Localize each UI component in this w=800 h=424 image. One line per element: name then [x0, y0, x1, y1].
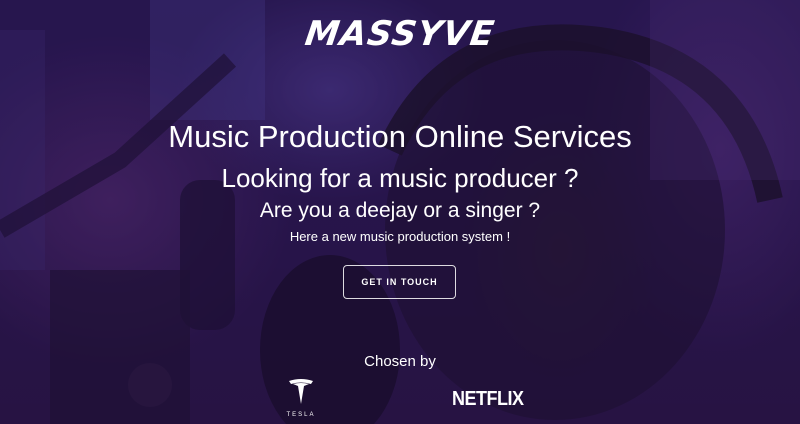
tesla-logo: TESLA: [283, 378, 319, 420]
brand-logo[interactable]: MASSYVE: [0, 14, 800, 54]
hero-tagline: Here a new music production system !: [289, 229, 511, 244]
hero-section: MASSYVE Music Production Online Services…: [0, 0, 800, 424]
hero-subtitle: Looking for a music producer ?: [221, 163, 579, 193]
hero-question: Are you a deejay or a singer ?: [259, 199, 541, 222]
tesla-logo-icon: [289, 379, 313, 404]
chosen-by-label: Chosen by: [364, 353, 436, 370]
tesla-logo-text: TESLA: [286, 412, 316, 418]
hero-title: Music Production Online Services: [168, 119, 632, 154]
get-in-touch-button[interactable]: GET IN TOUCH: [343, 265, 456, 299]
netflix-logo-icon: NETFLIX: [452, 386, 524, 410]
